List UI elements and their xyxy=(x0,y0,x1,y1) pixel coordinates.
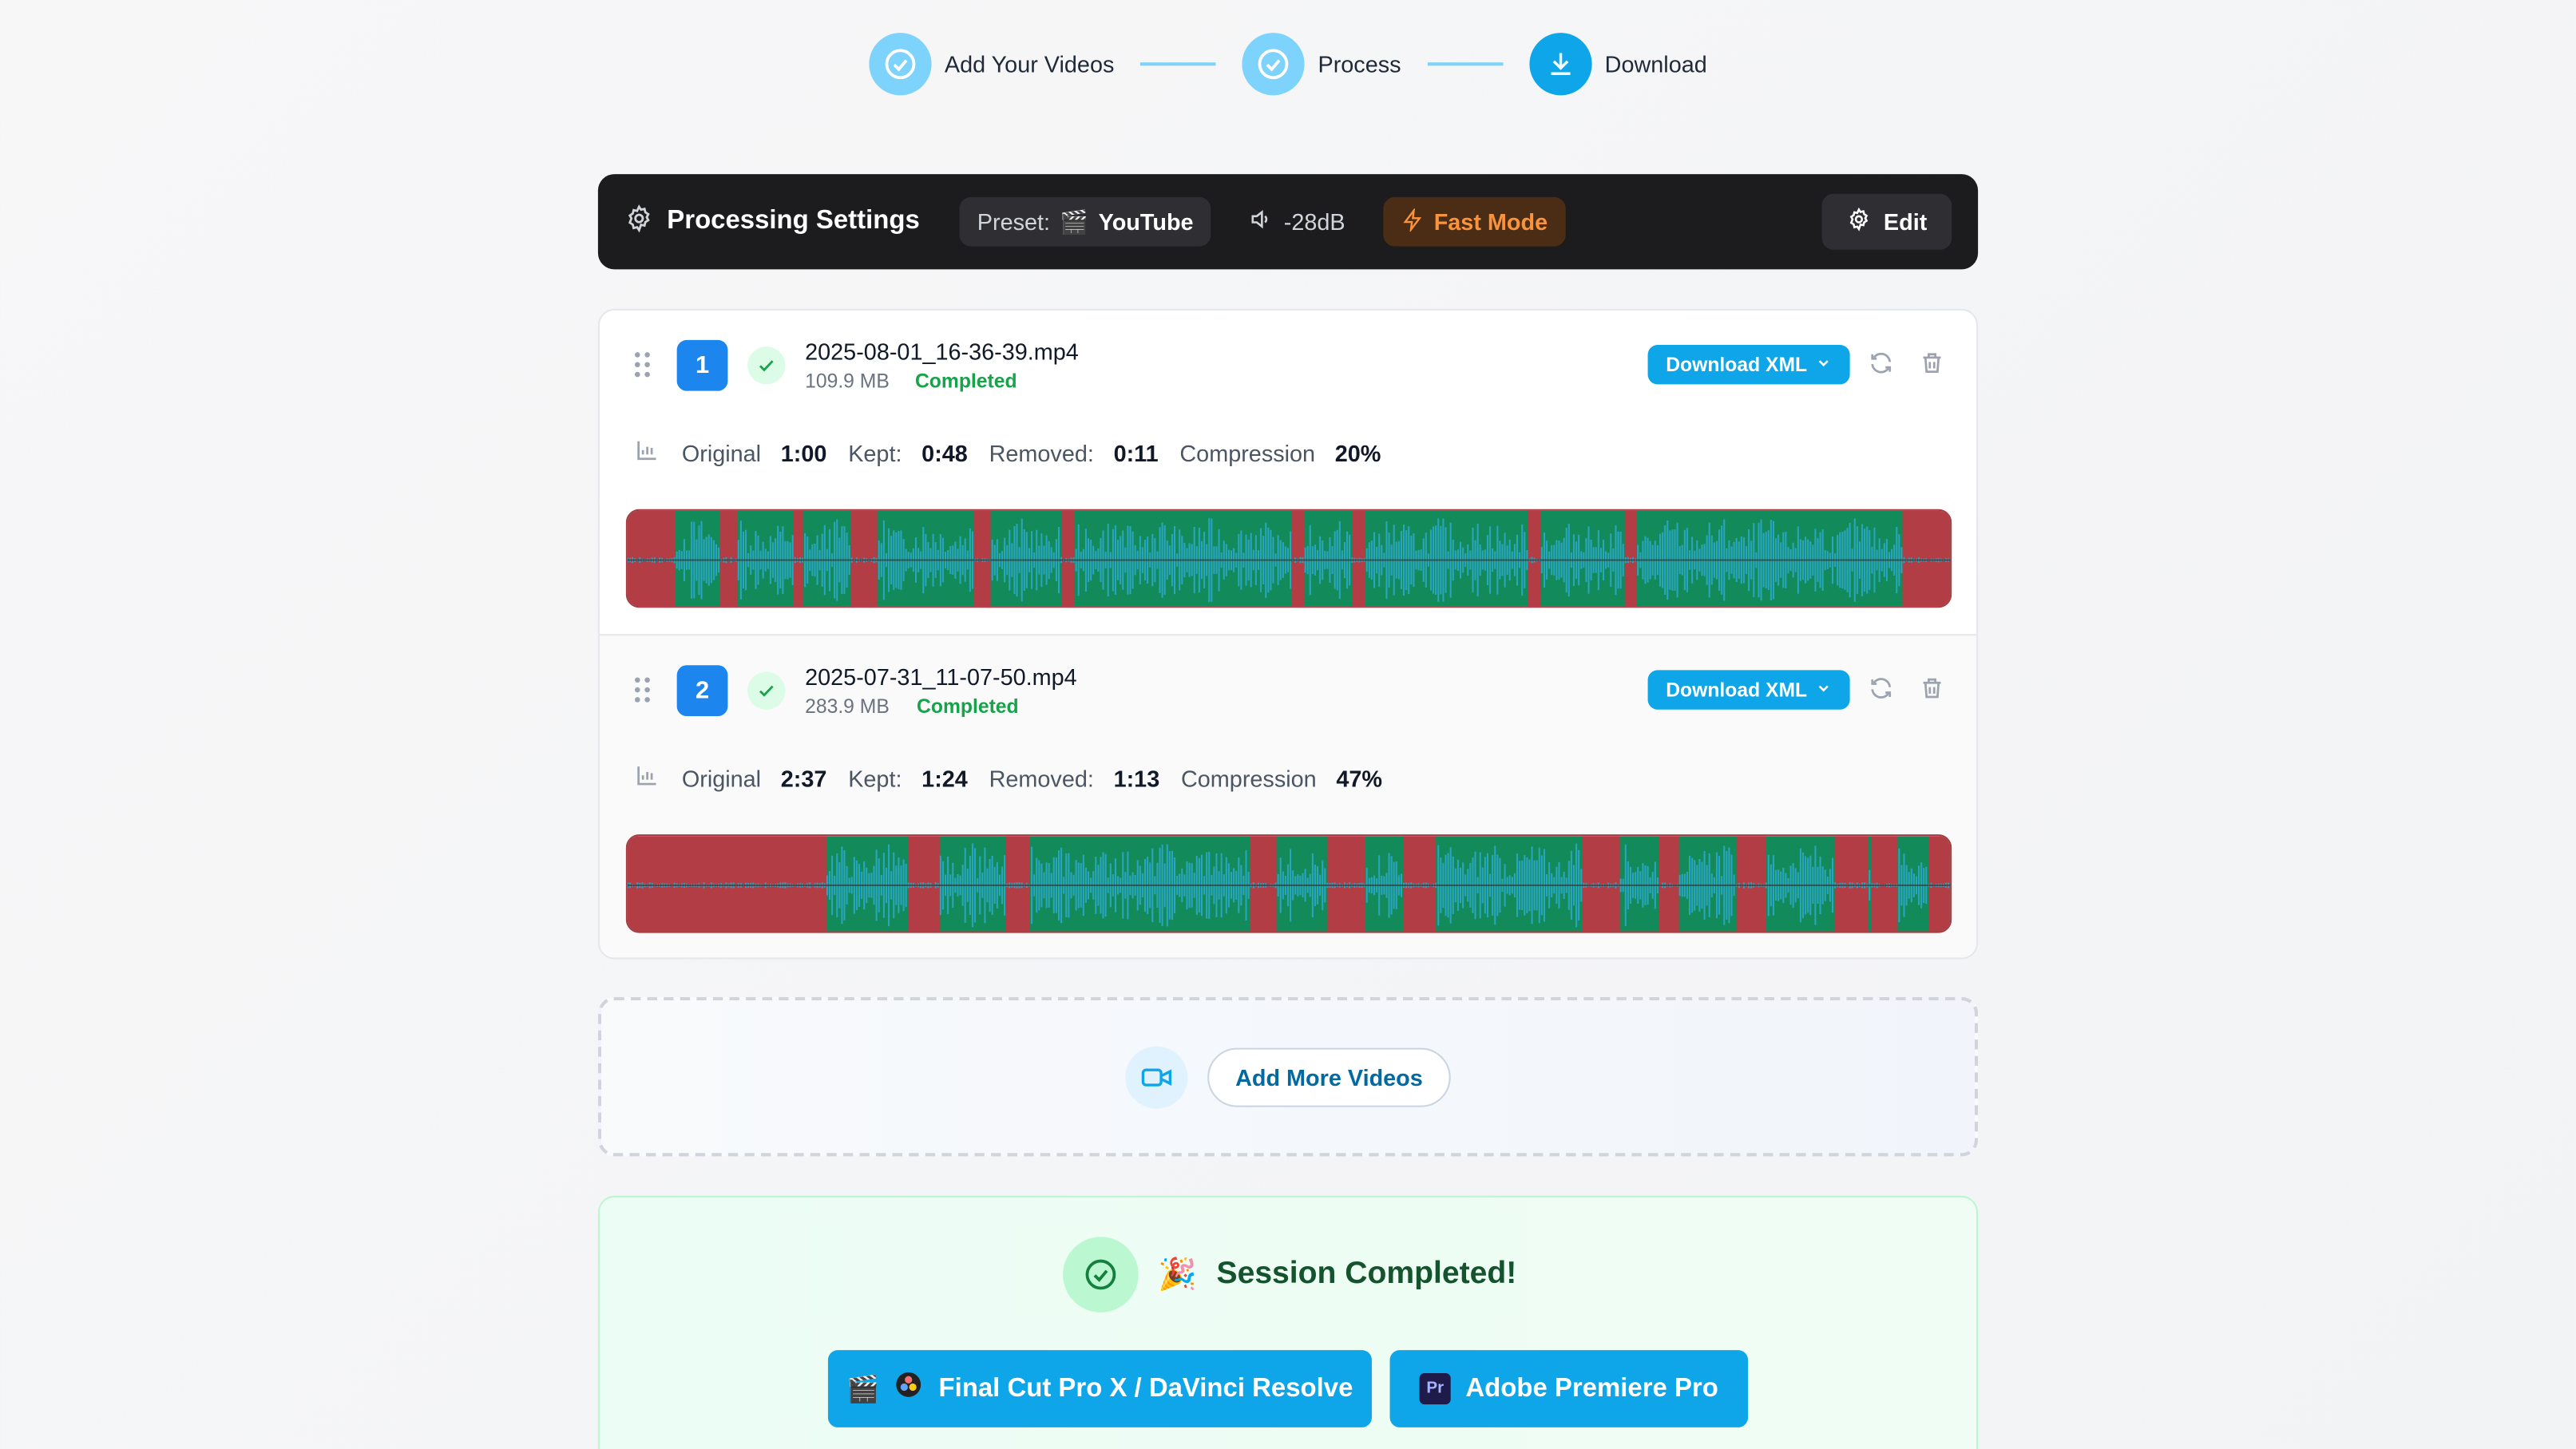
removed-value: 1:13 xyxy=(1113,764,1160,791)
status-badge: Completed xyxy=(917,695,1019,719)
threshold-chip: -28dB xyxy=(1231,197,1363,247)
progress-steps: Add Your Videos Process Download xyxy=(0,33,2576,96)
refresh-icon[interactable] xyxy=(1868,675,1894,710)
status-badge: Completed xyxy=(914,369,1017,393)
premiere-pro-icon: Pr xyxy=(1419,1372,1451,1405)
fast-mode-label: Fast Mode xyxy=(1433,208,1548,236)
download-xml-button[interactable]: Download XML xyxy=(1647,670,1850,710)
step-label: Download xyxy=(1604,50,1707,77)
trash-icon[interactable] xyxy=(1919,350,1945,384)
step-label: Process xyxy=(1318,50,1401,77)
kept-value: 0:48 xyxy=(921,439,968,466)
bar-chart-icon xyxy=(634,437,660,468)
check-circle-icon xyxy=(1242,33,1306,96)
edit-settings-button[interactable]: Edit xyxy=(1821,193,1952,250)
download-xml-label: Download XML xyxy=(1666,353,1808,377)
check-icon xyxy=(747,346,786,385)
video-filename: 2025-08-01_16-36-39.mp4 xyxy=(805,338,1079,365)
export-fcp-label: Final Cut Pro X / DaVinci Resolve xyxy=(938,1374,1353,1402)
check-circle-icon xyxy=(1062,1237,1139,1312)
video-index-badge: 2 xyxy=(676,665,728,717)
kept-label: Kept: xyxy=(848,439,902,466)
download-xml-label: Download XML xyxy=(1666,678,1808,702)
kept-value: 1:24 xyxy=(921,764,968,791)
preset-chip: Preset: 🎬 YouTube xyxy=(959,196,1212,247)
drag-handle-icon[interactable] xyxy=(632,350,652,387)
add-more-videos-button[interactable]: Add More Videos xyxy=(1207,1047,1451,1107)
waveform-timeline[interactable] xyxy=(625,509,1952,608)
export-premiere-label: Adobe Premiere Pro xyxy=(1465,1374,1718,1402)
video-item: 1 2025-08-01_16-36-39.mp4 109.9 MB Compl… xyxy=(600,311,1976,634)
download-icon xyxy=(1529,33,1592,96)
drag-handle-icon[interactable] xyxy=(632,675,652,713)
step-connector xyxy=(1427,62,1504,66)
add-more-dropzone[interactable]: Add More Videos xyxy=(597,996,1979,1157)
clapperboard-icon: 🎬 xyxy=(846,1376,880,1404)
original-label: Original xyxy=(681,439,762,466)
removed-label: Removed: xyxy=(989,439,1094,466)
processing-settings-bar: Processing Settings Preset: 🎬 YouTube -2… xyxy=(597,174,1979,270)
step-add-videos: Add Your Videos xyxy=(869,33,1115,96)
kept-label: Kept: xyxy=(848,764,902,791)
edit-label: Edit xyxy=(1883,208,1928,236)
volume-icon xyxy=(1250,207,1274,236)
compression-label: Compression xyxy=(1179,439,1316,466)
video-stats: Original 1:00 Kept: 0:48 Removed: 0:11 C… xyxy=(634,437,1381,468)
video-filesize: 283.9 MB xyxy=(805,695,890,719)
check-circle-icon xyxy=(869,33,932,96)
lightning-icon xyxy=(1401,206,1425,236)
video-camera-icon xyxy=(1125,1045,1188,1108)
original-value: 1:00 xyxy=(780,439,827,466)
fast-mode-chip: Fast Mode xyxy=(1382,196,1566,247)
bar-chart-icon xyxy=(634,762,660,794)
party-icon: 🎉 xyxy=(1158,1257,1197,1293)
session-title: Session Completed! xyxy=(1216,1256,1517,1292)
preset-label: Preset: xyxy=(977,208,1051,236)
video-index-badge: 1 xyxy=(676,339,728,391)
video-filesize: 109.9 MB xyxy=(805,369,890,393)
step-download: Download xyxy=(1529,33,1707,96)
removed-label: Removed: xyxy=(989,764,1094,791)
check-icon xyxy=(747,671,786,710)
settings-title: Processing Settings xyxy=(667,207,920,236)
step-process: Process xyxy=(1242,33,1401,96)
removed-value: 0:11 xyxy=(1113,439,1159,466)
export-premiere-button[interactable]: Pr Adobe Premiere Pro xyxy=(1389,1350,1749,1427)
session-header: 🎉 Session Completed! xyxy=(600,1237,1980,1312)
chevron-down-icon xyxy=(1815,353,1832,376)
chevron-down-icon xyxy=(1815,679,1832,702)
compression-label: Compression xyxy=(1180,764,1317,791)
step-label: Add Your Videos xyxy=(944,50,1115,77)
video-list: 1 2025-08-01_16-36-39.mp4 109.9 MB Compl… xyxy=(597,308,1979,960)
session-completed-panel: 🎉 Session Completed! 🎬 Final Cut Pro X /… xyxy=(597,1195,1980,1449)
video-filename: 2025-07-31_11-07-50.mp4 xyxy=(805,663,1077,691)
trash-icon[interactable] xyxy=(1919,675,1945,710)
gear-icon xyxy=(1846,207,1871,236)
video-item: 2 2025-07-31_11-07-50.mp4 283.9 MB Compl… xyxy=(599,634,1977,958)
compression-value: 47% xyxy=(1336,764,1383,791)
original-label: Original xyxy=(681,764,762,791)
davinci-icon xyxy=(894,1370,924,1407)
gear-icon xyxy=(624,203,654,240)
original-value: 2:37 xyxy=(780,764,827,791)
waveform-timeline[interactable] xyxy=(625,834,1952,933)
refresh-icon[interactable] xyxy=(1868,350,1894,384)
compression-value: 20% xyxy=(1334,439,1381,466)
video-stats: Original 2:37 Kept: 1:24 Removed: 1:13 C… xyxy=(634,762,1382,794)
threshold-value: -28dB xyxy=(1283,208,1345,236)
clapperboard-icon: 🎬 xyxy=(1060,208,1089,235)
preset-value: YouTube xyxy=(1098,208,1194,236)
export-fcp-davinci-button[interactable]: 🎬 Final Cut Pro X / DaVinci Resolve xyxy=(827,1350,1372,1427)
step-connector xyxy=(1140,62,1216,66)
download-xml-button[interactable]: Download XML xyxy=(1647,345,1850,385)
